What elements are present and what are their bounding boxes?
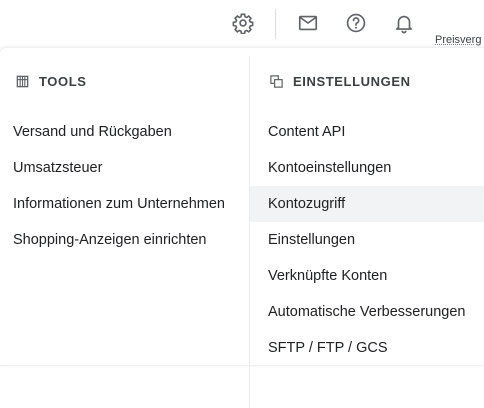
menu-item-shopping-anzeigen[interactable]: Shopping-Anzeigen einrichten [0,222,249,258]
menu-item-sftp-ftp-gcs[interactable]: SFTP / FTP / GCS [250,330,484,366]
top-toolbar: Preisverg [0,0,484,48]
mail-icon[interactable] [296,11,320,35]
menu-item-umsatzsteuer[interactable]: Umsatzsteuer [0,150,249,186]
menu-item-einstellungen[interactable]: Einstellungen [250,222,484,258]
menu-item-versand[interactable]: Versand und Rückgaben [0,114,249,150]
menu-item-content-api[interactable]: Content API [250,114,484,150]
menu-item-verknuepfte-konten[interactable]: Verknüpfte Konten [250,258,484,294]
menu-item-kontozugriff[interactable]: Kontozugriff [250,186,484,222]
tools-title: TOOLS [39,73,87,89]
menu-item-unternehmen[interactable]: Informationen zum Unternehmen [0,186,249,222]
gear-icon[interactable] [231,11,255,35]
tools-header: TOOLS [0,48,249,114]
settings-dropdown-panel: TOOLS Versand und Rückgaben Umsatzsteuer… [0,48,484,408]
bell-icon[interactable] [392,11,416,35]
settings-header: EINSTELLUNGEN [250,48,484,114]
tools-column: TOOLS Versand und Rückgaben Umsatzsteuer… [0,48,249,258]
settings-column: EINSTELLUNGEN Content API Kontoeinstellu… [250,48,484,366]
settings-title: EINSTELLUNGEN [293,73,411,89]
tools-icon [14,73,30,89]
truncated-link-text[interactable]: Preisverg [435,34,481,46]
help-icon[interactable] [344,11,368,35]
menu-item-automatische-verbesserungen[interactable]: Automatische Verbesserungen [250,294,484,330]
toolbar-divider [275,9,276,39]
menu-item-kontoeinstellungen[interactable]: Kontoeinstellungen [250,150,484,186]
settings-copy-icon [268,73,284,89]
